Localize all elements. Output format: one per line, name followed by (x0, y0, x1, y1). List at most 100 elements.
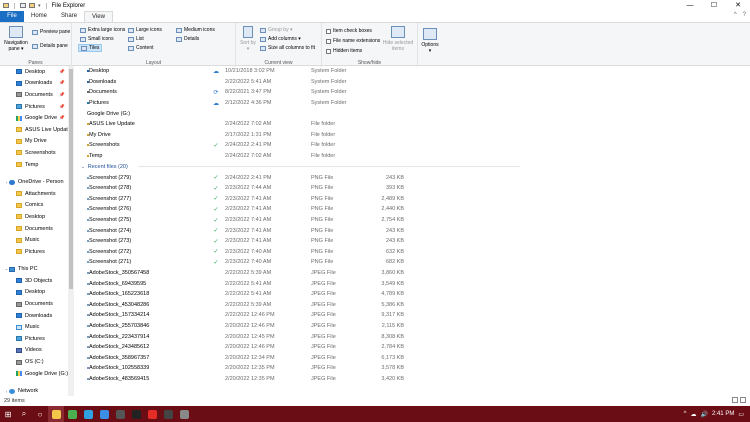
sort-by-button[interactable]: Sort by ▾ (240, 26, 256, 52)
nav-item[interactable]: ASUS Live Updat (0, 124, 68, 136)
checkbox[interactable] (326, 48, 331, 54)
file-row[interactable]: Screenshot (273) ✓ 2/23/2022 7:41 AM PNG Fi… (78, 236, 750, 247)
nav-item[interactable]: Documents (0, 298, 68, 310)
skype-taskbar[interactable] (96, 406, 112, 422)
app-taskbar-3[interactable] (160, 406, 176, 422)
file-row[interactable]: AdobeStock_157334214 2/22/2022 12:46 PM JP… (78, 310, 750, 321)
layout-large-icons[interactable]: Large icons (128, 27, 162, 33)
notifications-icon[interactable]: ▭ (738, 411, 744, 418)
task-view-button[interactable]: ○ (32, 406, 48, 422)
layout-small-icons[interactable]: Small icons (80, 36, 114, 42)
nav-item[interactable]: Pictures 📌 (0, 101, 68, 113)
nav-item[interactable]: Downloads 📌 (0, 78, 68, 90)
navigation-scrollbar[interactable] (68, 66, 74, 396)
file-name-extensions-toggle[interactable]: File name extensions (326, 38, 380, 44)
minimize-button[interactable]: — (678, 0, 702, 11)
tab-home[interactable]: Home (24, 11, 54, 22)
file-row[interactable]: Screenshot (278) ✓ 2/23/2022 7:44 AM PNG Fi… (78, 183, 750, 194)
file-explorer-taskbar[interactable] (48, 406, 64, 422)
nav-item[interactable]: Music (0, 321, 68, 333)
layout-content[interactable]: Content (128, 45, 154, 51)
nav-item[interactable]: Comics (0, 200, 68, 212)
nav-item[interactable]: Downloads (0, 310, 68, 322)
file-row[interactable]: Screenshot (277) ✓ 2/23/2022 7:41 AM PNG Fi… (78, 194, 750, 205)
search-button[interactable]: ⌕ (16, 406, 32, 422)
file-list-scrollbar[interactable] (742, 66, 750, 396)
file-row[interactable]: Screenshot (279) ✓ 2/24/2022 2:41 PM PNG Fi… (78, 172, 750, 183)
nav-item[interactable]: Documents 📌 (0, 89, 68, 101)
layout-details[interactable]: Details (176, 36, 199, 42)
youtube-taskbar[interactable] (144, 406, 160, 422)
app-taskbar-1[interactable] (112, 406, 128, 422)
nav-item[interactable]: Attachments (0, 188, 68, 200)
details-pane-button[interactable]: Details pane (32, 43, 68, 49)
app-taskbar-2[interactable] (128, 406, 144, 422)
nav-item[interactable]: Music (0, 234, 68, 246)
tab-file[interactable]: File (0, 11, 24, 22)
nav-item[interactable]: Videos (0, 345, 68, 357)
layout-extra-large-icons[interactable]: Extra large icons (80, 27, 125, 33)
app-taskbar-4[interactable] (176, 406, 192, 422)
nav-item[interactable]: › Network (0, 385, 68, 396)
customize-qa-icon[interactable]: ▾ (38, 3, 41, 9)
nav-item[interactable]: OS (C:) (0, 356, 68, 368)
edge-taskbar[interactable] (80, 406, 96, 422)
start-button[interactable]: ⊞ (0, 406, 16, 422)
folder-row[interactable]: Documents ⟳ 8/22/2021 3:47 PM System Folder (78, 87, 750, 98)
nav-item[interactable]: Desktop (0, 287, 68, 299)
hidden-items-toggle[interactable]: Hidden items (326, 48, 362, 54)
maximize-button[interactable]: ☐ (702, 0, 726, 11)
nav-item[interactable]: Pictures (0, 246, 68, 258)
nav-item[interactable]: Documents (0, 223, 68, 235)
nav-item[interactable]: Desktop (0, 211, 68, 223)
file-row[interactable]: AdobeStock_358967357 2/20/2022 12:34 PM JP… (78, 352, 750, 363)
folder-row[interactable]: ASUS Live Update 2/24/2022 7:02 AM File fo… (78, 119, 750, 130)
nav-item[interactable]: Screenshots (0, 147, 68, 159)
layout-medium-icons[interactable]: Medium icons (176, 27, 215, 33)
volume-icon[interactable]: 🔊 (700, 411, 707, 418)
nav-item[interactable]: Google Drive 📌 (0, 112, 68, 124)
checkbox[interactable] (326, 28, 331, 34)
file-row[interactable]: Screenshot (271) ✓ 2/23/2022 7:40 AM PNG Fi… (78, 257, 750, 268)
file-row[interactable]: AdobeStock_453048286 2/22/2022 5:39 AM JPE… (78, 299, 750, 310)
folder-row[interactable]: Pictures ☁ 2/12/2022 4:36 PM System Folder (78, 98, 750, 109)
file-row[interactable]: AdobeStock_243485612 2/20/2022 12:46 PM JP… (78, 342, 750, 353)
nav-item[interactable]: My Drive (0, 136, 68, 148)
file-row[interactable]: AdobeStock_102558339 2/20/2022 12:35 PM JP… (78, 363, 750, 374)
nav-item[interactable]: Desktop 📌 (0, 66, 68, 78)
layout-list[interactable]: List (128, 36, 144, 42)
hide-selected-items-button[interactable]: Hide selected items (382, 26, 414, 52)
nav-item[interactable]: Pictures (0, 333, 68, 345)
new-folder-icon[interactable] (29, 3, 35, 8)
chrome-taskbar[interactable] (64, 406, 80, 422)
file-row[interactable]: Screenshot (274) ✓ 2/23/2022 7:41 AM PNG Fi… (78, 225, 750, 236)
add-columns-button[interactable]: Add columns ▾ (260, 36, 301, 42)
onedrive-icon[interactable]: ☁ (690, 411, 696, 418)
file-row[interactable]: AdobeStock_69439595 2/22/2022 5:41 AM JPEG… (78, 278, 750, 289)
file-row[interactable]: Screenshot (272) ✓ 2/23/2022 7:40 AM PNG Fi… (78, 247, 750, 258)
file-row[interactable]: AdobeStock_483569415 2/20/2022 12:35 PM JP… (78, 374, 750, 385)
file-row[interactable]: AdobeStock_350567458 2/22/2022 5:39 AM JPE… (78, 268, 750, 279)
clock[interactable]: 2:41 PM (712, 411, 734, 417)
large-icons-view-icon[interactable] (740, 397, 746, 403)
file-row[interactable]: AdobeStock_223437914 2/20/2022 12:45 PM JP… (78, 331, 750, 342)
help-icon[interactable]: ? (743, 12, 746, 18)
preview-pane-button[interactable]: Preview pane (32, 29, 70, 35)
details-view-icon[interactable] (732, 397, 738, 403)
collapse-ribbon-icon[interactable]: ^ (734, 12, 737, 18)
tab-view[interactable]: View (84, 11, 113, 22)
options-button[interactable]: Options ▾ (420, 28, 440, 54)
folder-row[interactable]: Google Drive (G:) (78, 108, 750, 119)
folder-row[interactable]: My Drive 2/17/2022 1:31 PM File folder (78, 130, 750, 141)
folder-row[interactable]: Desktop ☁ 10/21/2018 3:02 PM System Folder (78, 66, 750, 77)
file-row[interactable]: AdobeStock_255703846 2/20/2022 12:46 PM JP… (78, 321, 750, 332)
nav-item[interactable]: › OneDrive - Person (0, 176, 68, 188)
file-row[interactable]: Screenshot (275) ✓ 2/23/2022 7:41 AM PNG Fi… (78, 215, 750, 226)
show-hidden-icons[interactable]: ^ (684, 411, 687, 417)
tab-share[interactable]: Share (54, 11, 84, 22)
item-check-boxes-toggle[interactable]: Item check boxes (326, 28, 372, 34)
nav-item[interactable]: Temp (0, 159, 68, 171)
layout-tiles[interactable]: Tiles (78, 44, 103, 52)
file-row[interactable]: Screenshot (276) ✓ 2/23/2022 7:41 AM PNG Fi… (78, 204, 750, 215)
close-button[interactable]: ✕ (726, 0, 750, 11)
